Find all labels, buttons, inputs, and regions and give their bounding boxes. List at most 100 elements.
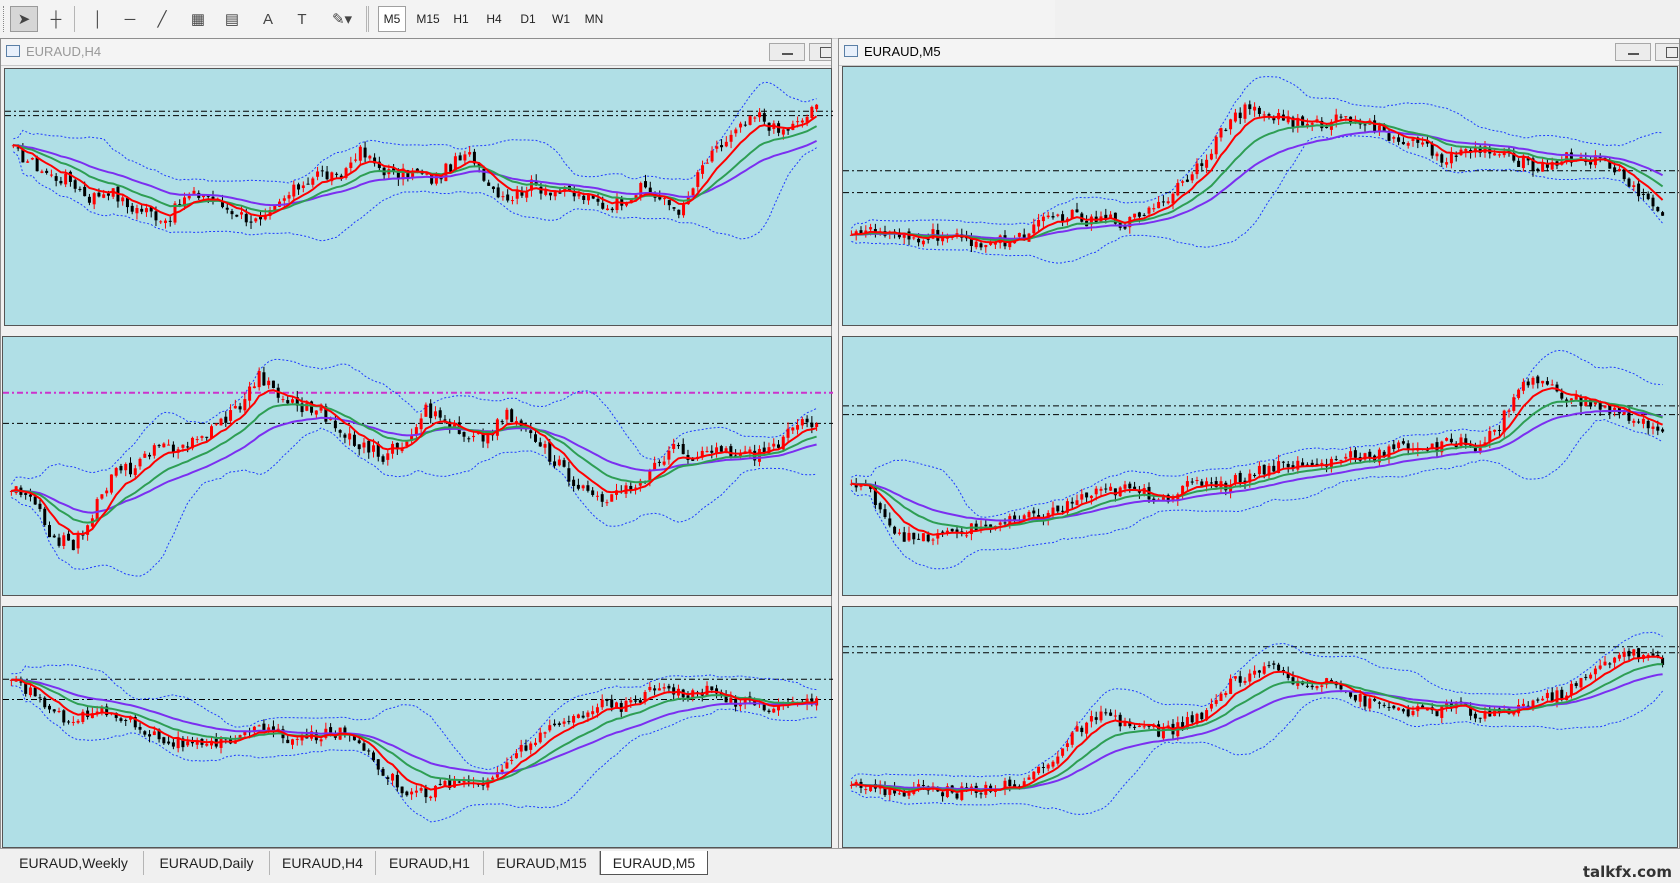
candle-body bbox=[291, 399, 294, 403]
timeframe-mn-button[interactable]: MN bbox=[578, 6, 610, 32]
candle-body bbox=[1320, 685, 1324, 687]
timeframe-m5-button[interactable]: M5 bbox=[378, 6, 406, 32]
chart-tab-euraud-h1[interactable]: EURAUD,H1 bbox=[376, 851, 484, 875]
candle-body bbox=[548, 192, 552, 196]
candle-body bbox=[800, 120, 804, 123]
candle-body bbox=[244, 214, 248, 223]
chart-panel-5[interactable] bbox=[2, 606, 833, 848]
candle-body bbox=[506, 194, 510, 201]
chart-panel-1[interactable] bbox=[4, 68, 833, 326]
maximize-button[interactable] bbox=[1655, 43, 1679, 61]
timeframe-d1-button[interactable]: D1 bbox=[512, 6, 544, 32]
candle-body bbox=[1541, 380, 1545, 384]
candle-body bbox=[534, 742, 537, 745]
timeframe-h1-button[interactable]: H1 bbox=[446, 6, 476, 32]
chart-tab-euraud-daily[interactable]: EURAUD,Daily bbox=[144, 851, 270, 875]
candle-body bbox=[510, 409, 514, 422]
chart-panel-6[interactable] bbox=[842, 606, 1679, 848]
timeframe-h4-button[interactable]: H4 bbox=[478, 6, 510, 32]
candle-body bbox=[1185, 179, 1189, 182]
candle-body bbox=[1229, 678, 1233, 694]
horizontal-line-icon[interactable]: ─ bbox=[116, 6, 144, 32]
candle-body bbox=[109, 474, 113, 493]
chart-panel-4[interactable] bbox=[842, 336, 1679, 596]
candle-body bbox=[1257, 465, 1261, 475]
timeframe-m15-button[interactable]: M15 bbox=[410, 6, 446, 32]
minimize-button[interactable] bbox=[1615, 43, 1651, 61]
candle-body bbox=[87, 196, 91, 203]
candle-body bbox=[738, 704, 742, 707]
candle-body bbox=[1406, 143, 1410, 146]
candle-body bbox=[73, 180, 77, 189]
candle-body bbox=[615, 197, 619, 211]
candle-body bbox=[181, 444, 185, 448]
toolbar-separator bbox=[366, 6, 367, 32]
candle-body bbox=[1536, 376, 1540, 384]
candle-body bbox=[1411, 138, 1415, 141]
candle-body bbox=[429, 796, 433, 799]
cursor-icon[interactable]: ➤ bbox=[10, 6, 38, 32]
candle-body bbox=[639, 183, 643, 198]
minimize-button[interactable] bbox=[769, 43, 805, 61]
text-label-icon[interactable]: T bbox=[288, 6, 316, 32]
candle-body bbox=[62, 535, 66, 546]
candle-body bbox=[352, 434, 356, 446]
fibonacci-icon[interactable]: ▤ bbox=[218, 6, 246, 32]
candle-body bbox=[548, 441, 552, 462]
candle-body bbox=[257, 725, 261, 727]
mid-ma-line bbox=[851, 663, 1663, 792]
candle-body bbox=[45, 170, 49, 173]
timeframe-w1-button[interactable]: W1 bbox=[546, 6, 576, 32]
candle-body bbox=[1574, 683, 1578, 686]
candle-body bbox=[510, 200, 514, 202]
candle-body bbox=[1238, 112, 1242, 119]
text-icon[interactable]: A bbox=[254, 6, 282, 32]
chart-tab-euraud-h4[interactable]: EURAUD,H4 bbox=[270, 851, 376, 875]
candle-body bbox=[1382, 704, 1386, 706]
candle-body bbox=[343, 434, 347, 438]
candle-body bbox=[1262, 464, 1266, 475]
candle-body bbox=[124, 464, 128, 471]
chart-panel-2[interactable] bbox=[842, 66, 1679, 326]
candle-body bbox=[1027, 511, 1031, 518]
vertical-line-icon[interactable]: │ bbox=[84, 6, 112, 32]
window-titlebar[interactable]: EURAUD,H4 bbox=[1, 39, 831, 66]
chart-tab-euraud-m15[interactable]: EURAUD,M15 bbox=[484, 851, 600, 875]
maximize-button[interactable] bbox=[809, 43, 831, 61]
window-titlebar[interactable]: EURAUD,M5 bbox=[839, 39, 1679, 66]
candle-body bbox=[653, 462, 657, 470]
candle-body bbox=[287, 195, 291, 199]
candle-body bbox=[572, 716, 576, 723]
candle-body bbox=[163, 220, 167, 224]
chart-tab-euraud-m5[interactable]: EURAUD,M5 bbox=[600, 851, 708, 875]
candle-body bbox=[1661, 212, 1665, 216]
candle-body bbox=[1536, 168, 1540, 172]
candle-body bbox=[1632, 649, 1636, 656]
shapes-dropdown-icon[interactable]: ✎▾ bbox=[322, 6, 362, 32]
chart-tab-euraud-weekly[interactable]: EURAUD,Weekly bbox=[4, 851, 144, 875]
chart-panel-3[interactable] bbox=[2, 336, 833, 596]
candle-body bbox=[1109, 486, 1113, 491]
candle-body bbox=[410, 791, 414, 795]
candle-body bbox=[1190, 715, 1194, 723]
candle-body bbox=[1157, 201, 1161, 209]
candle-body bbox=[1070, 209, 1074, 219]
candle-body bbox=[457, 781, 461, 783]
candle-body bbox=[400, 786, 404, 794]
candle-body bbox=[395, 774, 399, 788]
candle-body bbox=[119, 718, 123, 721]
candle-body bbox=[955, 793, 959, 799]
candle-body bbox=[1493, 429, 1497, 432]
candle-body bbox=[92, 193, 96, 205]
crosshair-icon[interactable]: ┼ bbox=[42, 6, 70, 32]
candle-body bbox=[1401, 709, 1405, 712]
candle-body bbox=[1003, 522, 1007, 524]
candle-body bbox=[1061, 510, 1065, 512]
candle-body bbox=[1632, 420, 1636, 423]
candle-body bbox=[487, 182, 491, 186]
toolbar-grip[interactable] bbox=[3, 6, 7, 32]
equidistant-channel-icon[interactable]: ▦ bbox=[184, 6, 212, 32]
candle-body bbox=[1051, 507, 1055, 515]
trendline-icon[interactable]: ╱ bbox=[148, 6, 176, 32]
candle-body bbox=[1200, 163, 1204, 166]
